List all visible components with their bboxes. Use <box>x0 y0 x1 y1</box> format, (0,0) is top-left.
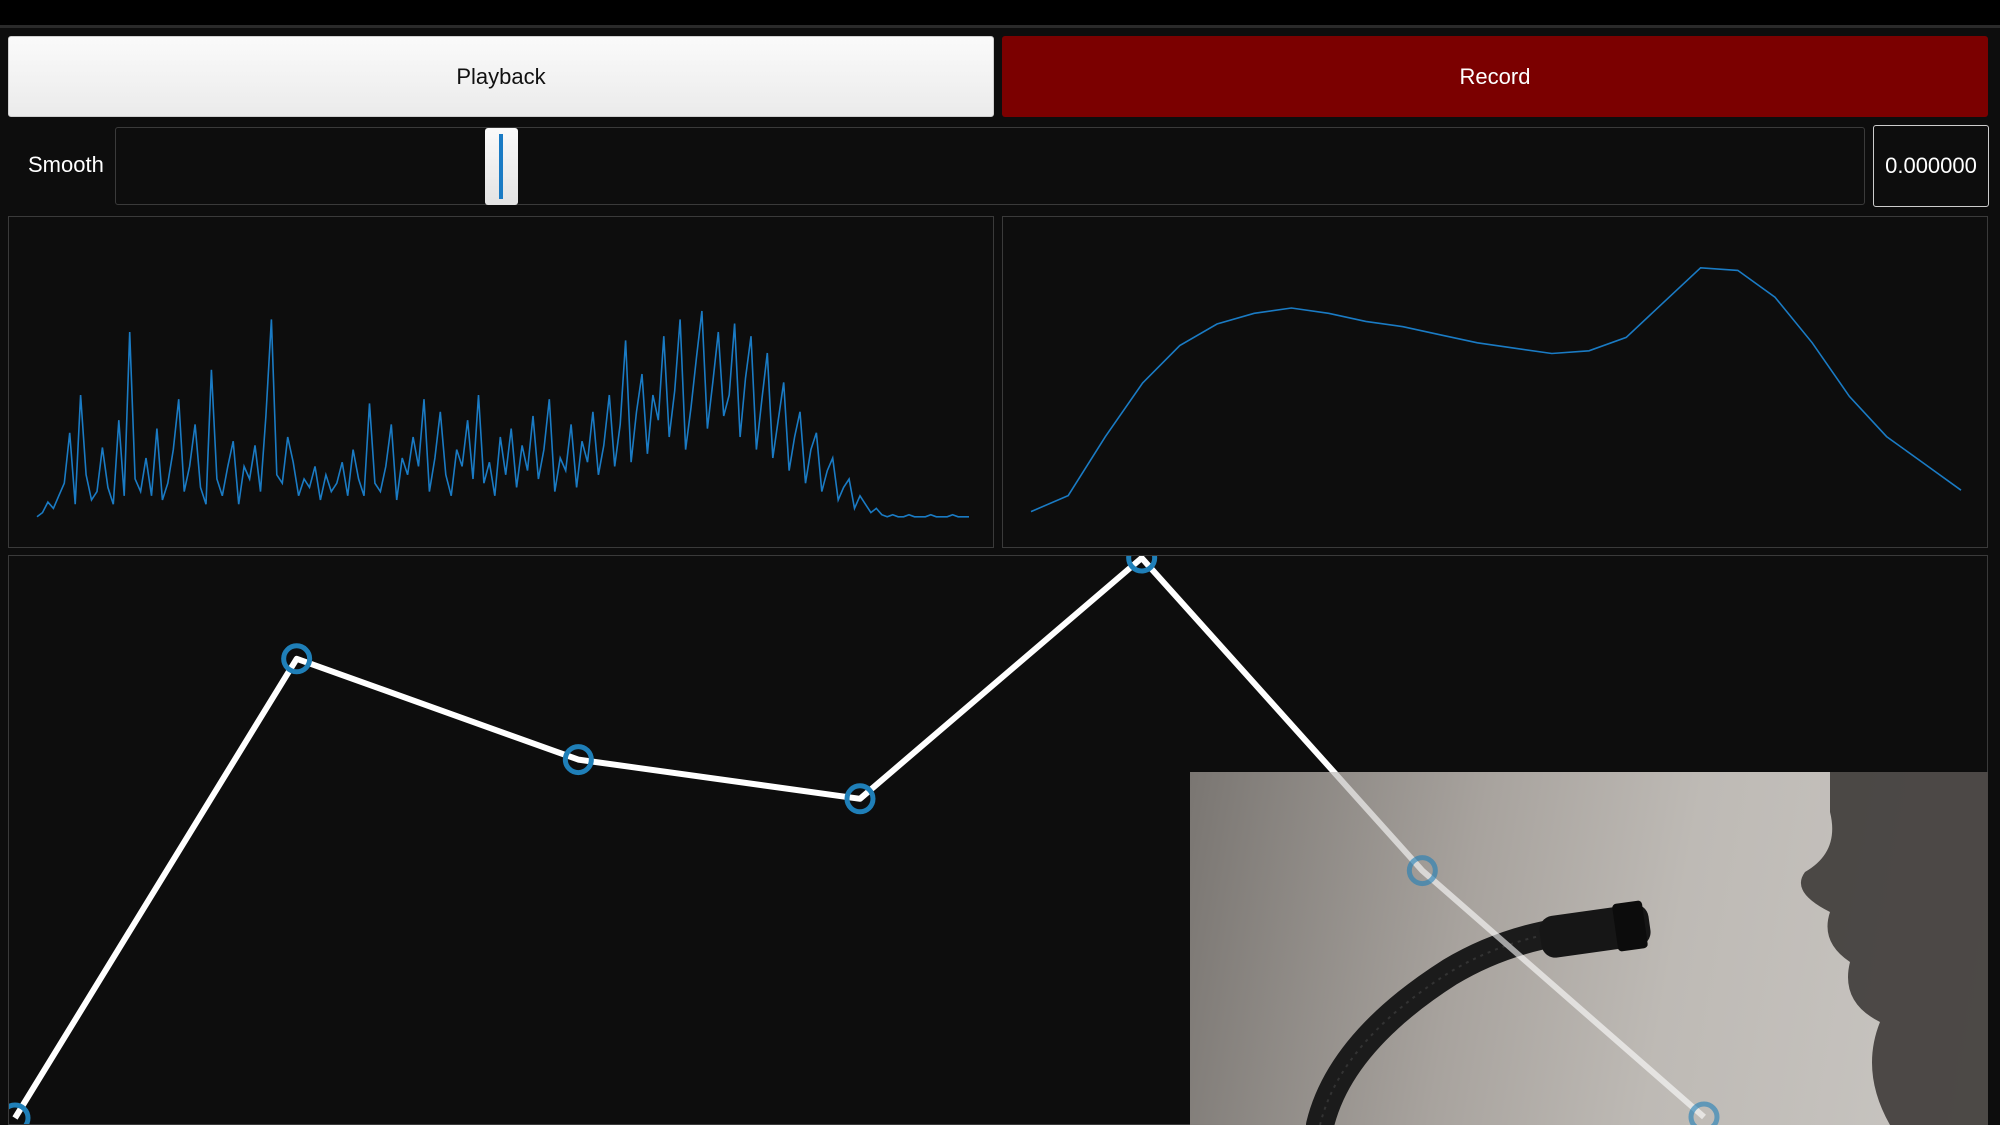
smooth-slider-thumb[interactable] <box>485 128 518 205</box>
waveform-line <box>36 310 969 518</box>
spectrum-panel <box>1002 216 1988 548</box>
waveform-panel <box>8 216 994 548</box>
playback-button[interactable]: Playback <box>8 36 994 117</box>
slider-thumb-indicator <box>499 134 503 199</box>
smooth-value-field[interactable]: 0.000000 <box>1873 125 1989 207</box>
record-button[interactable]: Record <box>1002 36 1988 117</box>
smooth-label: Smooth <box>28 152 104 177</box>
microphone-icon <box>1306 772 1988 1125</box>
smooth-slider-track[interactable] <box>115 127 1865 205</box>
camera-preview <box>1190 772 1988 1125</box>
waveform-chart <box>36 310 969 518</box>
spectrum-line <box>1030 266 1962 513</box>
window-top-bar <box>0 0 2000 28</box>
spectrum-chart <box>1030 266 1962 513</box>
